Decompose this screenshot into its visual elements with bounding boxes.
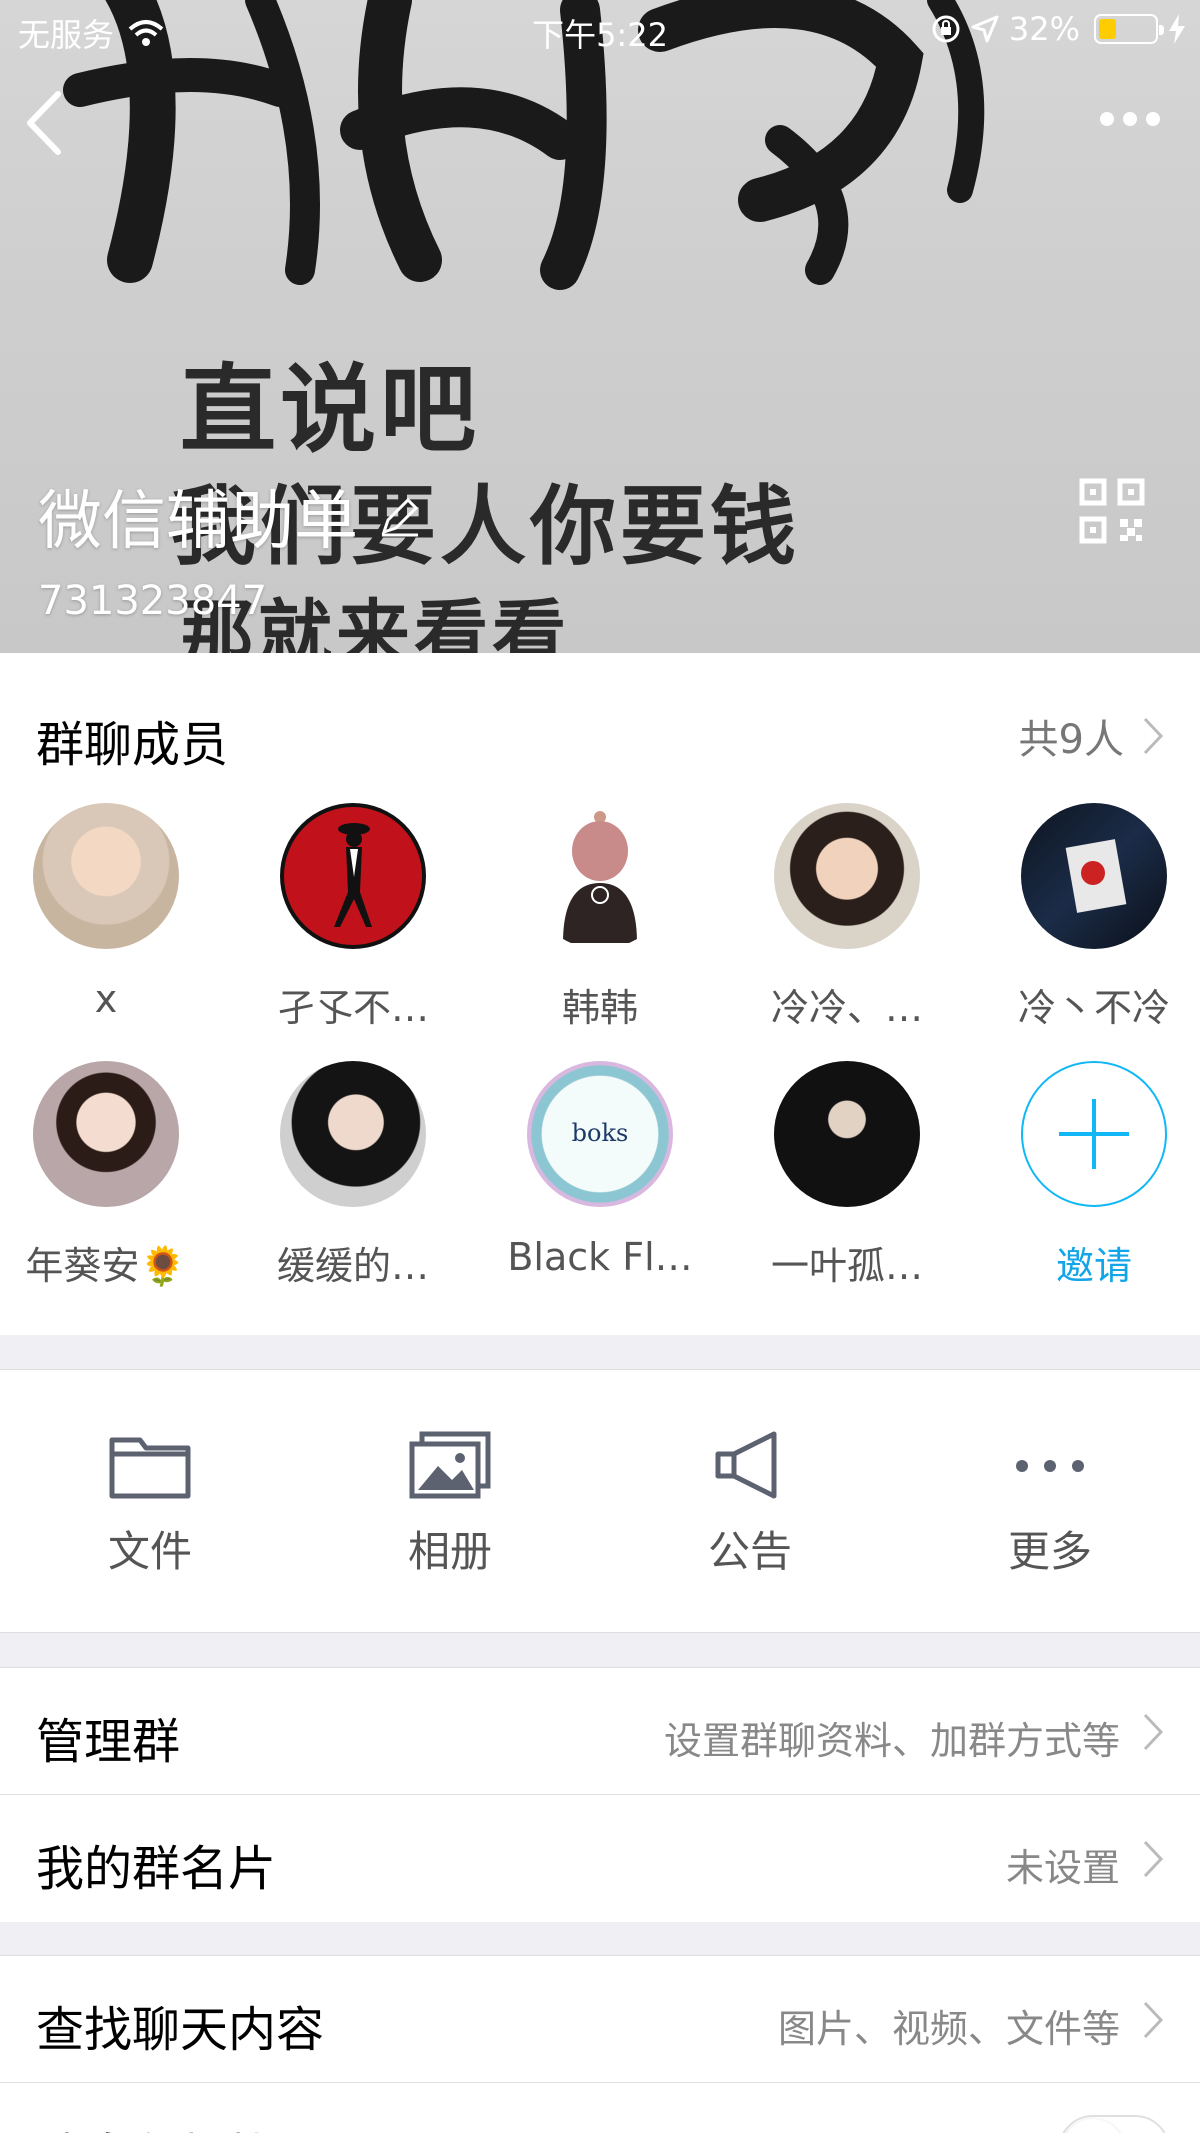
- banner-line-1: 直说吧: [180, 353, 480, 466]
- chevron-right-icon: [1143, 717, 1164, 755]
- invite-member-button[interactable]: 邀请: [984, 1061, 1200, 1290]
- avatar: [33, 1061, 179, 1207]
- my-group-card-value: 未设置: [1005, 1846, 1120, 1890]
- chevron-right-icon: [1143, 2001, 1164, 2039]
- dot: [1100, 112, 1114, 126]
- avatar: [33, 803, 179, 949]
- do-not-disturb-row: 消息免打扰: [0, 2083, 1200, 2133]
- search-chat-row[interactable]: 查找聊天内容 图片、视频、文件等: [0, 1956, 1200, 2083]
- cartoon-girl-icon: [563, 811, 637, 943]
- manage-group-title: 管理群: [36, 1714, 181, 1770]
- plus-icon: [1021, 1061, 1167, 1207]
- avatar: boks: [527, 1061, 673, 1207]
- orientation-lock-icon: [932, 15, 960, 43]
- boks-logo: boks: [572, 1119, 629, 1147]
- megaphone-icon: [715, 1431, 777, 1499]
- album-button[interactable]: 相册: [300, 1430, 600, 1579]
- svg-text:boks: boks: [572, 1119, 629, 1147]
- member-name: 孑孓不…: [276, 986, 429, 1030]
- battery-percent: 32%: [1008, 10, 1080, 48]
- member-item[interactable]: boks Black Fl…: [490, 1061, 710, 1279]
- member-item[interactable]: 冷冷、…: [737, 803, 957, 1032]
- member-item[interactable]: 冷丶不冷: [984, 803, 1200, 1032]
- search-chat-value: 图片、视频、文件等: [777, 2007, 1120, 2051]
- member-name: x: [94, 977, 118, 1021]
- invite-label: 邀请: [1055, 1244, 1132, 1288]
- do-not-disturb-toggle[interactable]: [1058, 2115, 1170, 2133]
- chevron-right-icon: [1143, 1840, 1164, 1878]
- album-label: 相册: [407, 1527, 492, 1576]
- group-header-banner: 直说吧 我们要人你要钱 那就来看看 无服务 下午5:22 32% 微信辅助单 7…: [0, 0, 1200, 653]
- my-group-card-row[interactable]: 我的群名片 未设置: [0, 1795, 1200, 1922]
- group-settings-list: 管理群 设置群聊资料、加群方式等 我的群名片 未设置: [0, 1667, 1200, 1922]
- dot: [1146, 112, 1160, 126]
- member-item[interactable]: 韩韩: [490, 803, 710, 1032]
- group-members-section: 群聊成员 共9人 x 孑孓不… 韩韩 冷冷、… 冷丶不冷 年葵安🌻 缓缓的… b…: [0, 653, 1200, 1335]
- member-name: 年葵安🌻: [25, 1244, 187, 1288]
- avatar: [527, 803, 673, 949]
- member-name: 冷冷、…: [770, 986, 923, 1030]
- member-item[interactable]: 年葵安🌻: [0, 1061, 216, 1290]
- avatar: [280, 803, 426, 949]
- folder-icon: [109, 1437, 191, 1499]
- my-group-card-title: 我的群名片: [36, 1841, 277, 1897]
- group-name[interactable]: 微信辅助单: [38, 470, 422, 562]
- more-options-button[interactable]: [1100, 112, 1160, 126]
- avatar: [774, 1061, 920, 1207]
- announcement-label: 公告: [707, 1527, 792, 1576]
- group-name-text: 微信辅助单: [38, 485, 358, 559]
- group-actions-bar: 文件 相册 公告 更多: [0, 1369, 1200, 1633]
- charging-bolt-icon: [1169, 14, 1185, 44]
- joker-card-icon: [1065, 839, 1127, 913]
- avatar: [774, 803, 920, 949]
- location-arrow-icon: [971, 15, 999, 43]
- group-id: 731323847: [38, 578, 268, 624]
- members-count: 共9人: [1018, 717, 1124, 763]
- member-item[interactable]: x: [0, 803, 216, 1021]
- member-item[interactable]: 一叶孤…: [737, 1061, 957, 1290]
- avatar: [280, 1061, 426, 1207]
- more-actions-button[interactable]: 更多: [900, 1430, 1200, 1579]
- manage-group-value: 设置群聊资料、加群方式等: [663, 1719, 1120, 1763]
- do-not-disturb-title: 消息免打扰: [36, 2117, 276, 2133]
- members-count-link[interactable]: 共9人: [1019, 707, 1164, 765]
- battery-icon: [1094, 14, 1164, 44]
- more-dots-icon: [1016, 1460, 1084, 1472]
- member-name: 缓缓的…: [276, 1244, 429, 1288]
- edit-pencil-icon[interactable]: [378, 494, 422, 538]
- chevron-right-icon: [1143, 1713, 1164, 1751]
- member-name: 韩韩: [561, 986, 638, 1030]
- qr-code-icon[interactable]: [1079, 478, 1145, 544]
- files-button[interactable]: 文件: [0, 1430, 300, 1579]
- more-actions-label: 更多: [1007, 1527, 1092, 1576]
- status-bar: 无服务 下午5:22 32%: [0, 0, 1200, 60]
- member-name: 冷丶不冷: [1017, 986, 1170, 1030]
- member-name: 一叶孤…: [770, 1244, 923, 1288]
- announcement-button[interactable]: 公告: [600, 1430, 900, 1579]
- chat-settings-list: 查找聊天内容 图片、视频、文件等 消息免打扰: [0, 1955, 1200, 2133]
- avatar: [1021, 803, 1167, 949]
- files-label: 文件: [107, 1527, 192, 1576]
- back-chevron-icon[interactable]: [20, 88, 70, 158]
- dancer-silhouette-icon: [334, 823, 372, 927]
- member-item[interactable]: 孑孓不…: [243, 803, 463, 1032]
- member-name: Black Fl…: [507, 1235, 693, 1279]
- manage-group-row[interactable]: 管理群 设置群聊资料、加群方式等: [0, 1668, 1200, 1795]
- search-chat-title: 查找聊天内容: [36, 2002, 325, 2058]
- dot: [1123, 112, 1137, 126]
- photo-album-icon: [409, 1431, 491, 1499]
- members-title: 群聊成员: [36, 717, 229, 773]
- member-item[interactable]: 缓缓的…: [243, 1061, 463, 1290]
